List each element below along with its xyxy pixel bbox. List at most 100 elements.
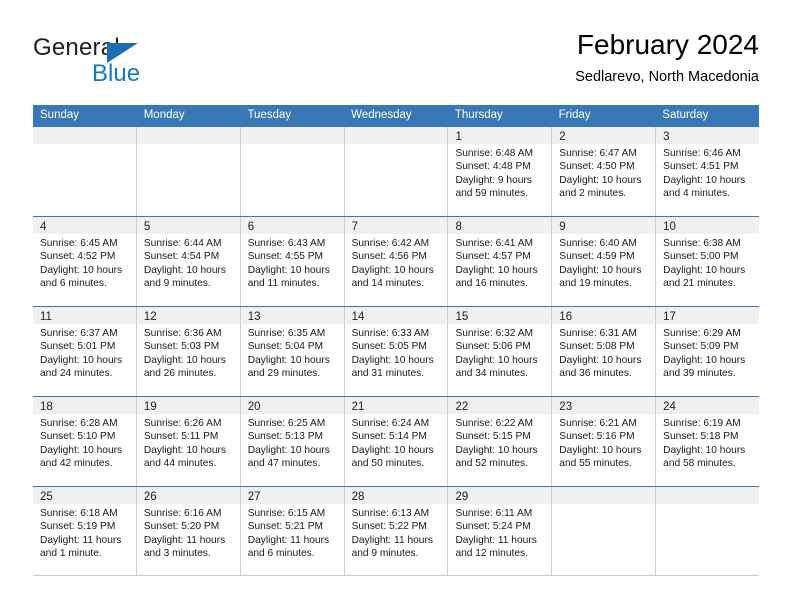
sunrise-text: Sunrise: 6:28 AM — [40, 418, 118, 429]
day-cell[interactable]: 6 Sunrise: 6:43 AM Sunset: 4:55 PM Dayli… — [240, 217, 345, 306]
day-number: 10 — [663, 221, 676, 233]
day-number: 15 — [455, 311, 469, 323]
day-cell[interactable]: 16 Sunrise: 6:31 AM Sunset: 5:08 PM Dayl… — [552, 307, 657, 396]
day-details: Sunrise: 6:38 AM Sunset: 5:00 PM Dayligh… — [656, 234, 759, 291]
page-title: February 2024 — [576, 29, 759, 60]
week-row: 25 Sunrise: 6:18 AM Sunset: 5:19 PM Dayl… — [33, 486, 760, 576]
sunrise-text: Sunrise: 6:40 AM — [559, 238, 637, 249]
day-cell[interactable]: 4 Sunrise: 6:45 AM Sunset: 4:52 PM Dayli… — [33, 217, 137, 306]
daylight-text-line2: and 19 minutes. — [559, 278, 632, 290]
day-cell[interactable]: 26 Sunrise: 6:16 AM Sunset: 5:20 PM Dayl… — [136, 487, 241, 575]
day-cell[interactable]: 29 Sunrise: 6:11 AM Sunset: 5:24 PM Dayl… — [448, 487, 553, 575]
day-cell[interactable]: 10 Sunrise: 6:38 AM Sunset: 5:00 PM Dayl… — [656, 217, 760, 306]
sunset-text: Sunset: 5:19 PM — [40, 521, 116, 533]
day-number-band — [656, 487, 760, 504]
day-cell[interactable]: 7 Sunrise: 6:42 AM Sunset: 4:56 PM Dayli… — [344, 217, 449, 306]
day-cell[interactable]: 15 Sunrise: 6:32 AM Sunset: 5:06 PM Dayl… — [448, 307, 553, 396]
day-number: 9 — [559, 221, 566, 233]
daylight-text-line1: Daylight: 10 hours — [247, 264, 330, 276]
day-cell[interactable]: 8 Sunrise: 6:41 AM Sunset: 4:57 PM Dayli… — [448, 217, 553, 306]
sunset-text: Sunset: 5:18 PM — [663, 431, 739, 443]
day-number-band: 3 — [656, 127, 760, 144]
daylight-text-line1: Daylight: 10 hours — [40, 444, 123, 456]
day-number: 3 — [663, 131, 670, 143]
day-cell[interactable]: 23 Sunrise: 6:21 AM Sunset: 5:16 PM Dayl… — [552, 397, 657, 486]
day-cell[interactable]: 18 Sunrise: 6:28 AM Sunset: 5:10 PM Dayl… — [33, 397, 137, 486]
day-cell[interactable]: 22 Sunrise: 6:22 AM Sunset: 5:15 PM Dayl… — [448, 397, 553, 486]
day-number-band: 5 — [136, 217, 240, 234]
weekday-header-monday: Monday — [143, 109, 185, 121]
sunrise-text: Sunrise: 6:25 AM — [247, 418, 326, 429]
sunrise-text: Sunrise: 6:29 AM — [663, 328, 741, 339]
day-cell[interactable]: 28 Sunrise: 6:13 AM Sunset: 5:22 PM Dayl… — [344, 487, 449, 575]
day-cell[interactable]: 21 Sunrise: 6:24 AM Sunset: 5:14 PM Dayl… — [344, 397, 449, 486]
day-cell[interactable] — [240, 127, 345, 216]
day-details: Sunrise: 6:22 AM Sunset: 5:15 PM Dayligh… — [448, 414, 551, 471]
day-cell[interactable] — [33, 127, 137, 216]
weekday-header-friday: Friday — [558, 109, 591, 121]
day-cell[interactable] — [552, 487, 657, 575]
sunset-text: Sunset: 5:04 PM — [247, 341, 324, 353]
day-cell[interactable]: 5 Sunrise: 6:44 AM Sunset: 4:54 PM Dayli… — [136, 217, 241, 306]
day-number-band: 21 — [344, 397, 448, 414]
day-details: Sunrise: 6:32 AM Sunset: 5:06 PM Dayligh… — [448, 324, 551, 381]
day-number-band: 22 — [448, 397, 552, 414]
sunrise-text: Sunrise: 6:16 AM — [143, 508, 222, 519]
daylight-text-line2: and 9 minutes. — [351, 548, 419, 560]
day-details: Sunrise: 6:16 AM Sunset: 5:20 PM Dayligh… — [137, 504, 240, 561]
day-details: Sunrise: 6:19 AM Sunset: 5:18 PM Dayligh… — [656, 414, 759, 471]
day-cell[interactable] — [656, 487, 760, 575]
day-number: 1 — [455, 131, 462, 143]
day-number-band: 13 — [240, 307, 344, 324]
sunset-text: Sunset: 4:59 PM — [559, 251, 635, 263]
day-cell[interactable]: 19 Sunrise: 6:26 AM Sunset: 5:11 PM Dayl… — [136, 397, 241, 486]
sunset-text: Sunset: 5:14 PM — [351, 431, 427, 443]
day-cell[interactable] — [136, 127, 241, 216]
day-details: Sunrise: 6:31 AM Sunset: 5:08 PM Dayligh… — [552, 324, 655, 381]
day-cell[interactable] — [344, 127, 449, 216]
day-cell[interactable]: 27 Sunrise: 6:15 AM Sunset: 5:21 PM Dayl… — [240, 487, 345, 575]
day-details: Sunrise: 6:46 AM Sunset: 4:51 PM Dayligh… — [656, 144, 759, 201]
daylight-text-line1: Daylight: 10 hours — [143, 444, 226, 456]
day-number: 4 — [40, 221, 47, 233]
day-cell[interactable]: 1 Sunrise: 6:48 AM Sunset: 4:48 PM Dayli… — [448, 127, 553, 216]
day-details: Sunrise: 6:11 AM Sunset: 5:24 PM Dayligh… — [448, 504, 551, 561]
day-number-band: 14 — [344, 307, 448, 324]
daylight-text-line1: Daylight: 10 hours — [351, 444, 434, 456]
sunrise-text: Sunrise: 6:35 AM — [247, 328, 326, 339]
daylight-text-line2: and 1 minute. — [40, 548, 102, 560]
day-number: 17 — [663, 311, 676, 323]
daylight-text-line2: and 14 minutes. — [351, 278, 425, 290]
day-number-band: 12 — [136, 307, 240, 324]
day-cell[interactable]: 14 Sunrise: 6:33 AM Sunset: 5:05 PM Dayl… — [344, 307, 449, 396]
day-cell[interactable]: 25 Sunrise: 6:18 AM Sunset: 5:19 PM Dayl… — [33, 487, 137, 575]
day-cell[interactable]: 9 Sunrise: 6:40 AM Sunset: 4:59 PM Dayli… — [552, 217, 657, 306]
day-cell[interactable]: 17 Sunrise: 6:29 AM Sunset: 5:09 PM Dayl… — [656, 307, 760, 396]
day-cell[interactable]: 2 Sunrise: 6:47 AM Sunset: 4:50 PM Dayli… — [552, 127, 657, 216]
day-details: Sunrise: 6:21 AM Sunset: 5:16 PM Dayligh… — [552, 414, 655, 471]
day-details: Sunrise: 6:47 AM Sunset: 4:50 PM Dayligh… — [552, 144, 655, 201]
day-cell[interactable]: 11 Sunrise: 6:37 AM Sunset: 5:01 PM Dayl… — [33, 307, 137, 396]
sunset-text: Sunset: 5:13 PM — [247, 431, 324, 443]
sunset-text: Sunset: 4:52 PM — [40, 251, 116, 263]
title-block: February 2024 Sedlarevo, North Macedonia — [575, 28, 759, 88]
day-details: Sunrise: 6:44 AM Sunset: 4:54 PM Dayligh… — [137, 234, 240, 291]
day-number: 12 — [143, 311, 157, 323]
weekday-header-tuesday: Tuesday — [247, 109, 292, 121]
day-number: 2 — [559, 131, 566, 143]
day-number: 22 — [455, 401, 469, 413]
day-cell[interactable]: 3 Sunrise: 6:46 AM Sunset: 4:51 PM Dayli… — [656, 127, 760, 216]
sunrise-text: Sunrise: 6:24 AM — [351, 418, 430, 429]
day-details: Sunrise: 6:13 AM Sunset: 5:22 PM Dayligh… — [345, 504, 448, 561]
day-cell[interactable]: 20 Sunrise: 6:25 AM Sunset: 5:13 PM Dayl… — [240, 397, 345, 486]
day-number-band: 2 — [552, 127, 656, 144]
day-details: Sunrise: 6:15 AM Sunset: 5:21 PM Dayligh… — [241, 504, 344, 561]
day-cell[interactable]: 12 Sunrise: 6:36 AM Sunset: 5:03 PM Dayl… — [136, 307, 241, 396]
sunrise-text: Sunrise: 6:22 AM — [455, 418, 534, 429]
day-details — [241, 144, 344, 147]
sunset-text: Sunset: 5:08 PM — [559, 341, 635, 353]
sunrise-text: Sunrise: 6:47 AM — [559, 148, 637, 159]
daylight-text-line1: Daylight: 10 hours — [247, 444, 330, 456]
day-cell[interactable]: 24 Sunrise: 6:19 AM Sunset: 5:18 PM Dayl… — [656, 397, 760, 486]
day-cell[interactable]: 13 Sunrise: 6:35 AM Sunset: 5:04 PM Dayl… — [240, 307, 345, 396]
